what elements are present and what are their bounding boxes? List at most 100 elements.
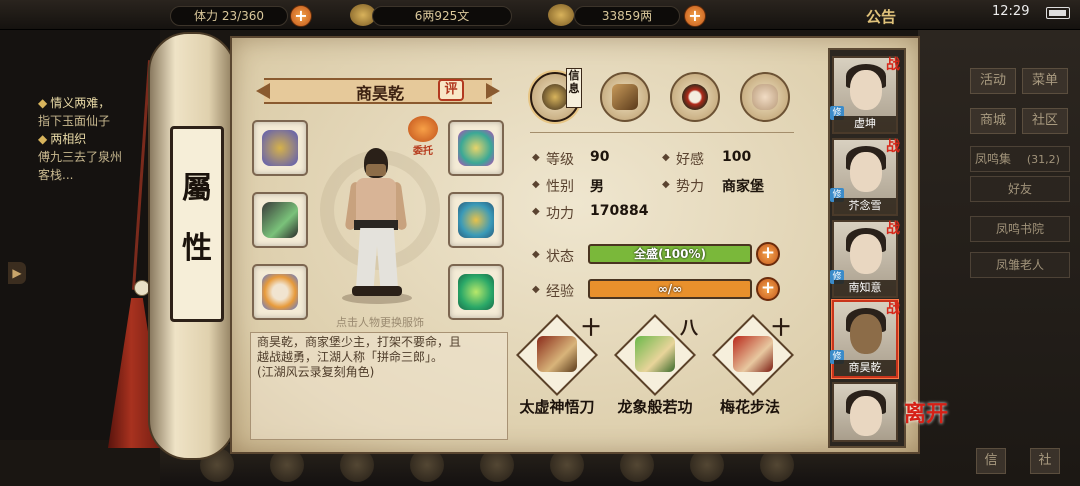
- leave-button[interactable]: 离开: [904, 403, 948, 450]
- party-member[interactable]: [832, 382, 898, 442]
- npc-item[interactable]: 凤鸣书院: [970, 216, 1070, 242]
- power-label: 功力: [546, 206, 574, 222]
- party-member[interactable]: 战 修 芥念雪: [830, 138, 900, 216]
- friends-tab[interactable]: 好友: [970, 176, 1070, 202]
- attributes-title: 屬 性: [170, 126, 224, 322]
- party-member-name: 芥念雪: [834, 198, 896, 214]
- equip-slot-ring[interactable]: [252, 264, 308, 320]
- quest-line[interactable]: ◆ 两相织: [38, 130, 86, 147]
- tab-bagua[interactable]: [670, 72, 720, 122]
- faction-value: 商家堡: [722, 179, 764, 195]
- bagua-icon: [682, 84, 708, 110]
- quest-line[interactable]: ◆ 情义两难，: [38, 94, 110, 111]
- add-silver-button[interactable]: +: [684, 5, 706, 27]
- divider: [530, 132, 794, 133]
- portrait-face: [850, 314, 882, 354]
- title-char-bottom: 性: [182, 231, 212, 266]
- figure-feet: [352, 286, 402, 296]
- resource-bar: 体力 23/360 + 6两925文 33859两 + 公告 12:29: [0, 0, 1080, 30]
- diamond-icon: ◆: [532, 206, 540, 217]
- battle-tag: 战: [886, 221, 900, 237]
- skill-level-mark: 十: [772, 318, 790, 339]
- portrait-face: [850, 234, 882, 274]
- tab-meridian[interactable]: [740, 72, 790, 122]
- gauntlet-icon: [262, 130, 298, 166]
- equip-slot-weapon[interactable]: [252, 192, 308, 248]
- guild-button[interactable]: 社: [1030, 448, 1060, 474]
- bio-line: 商昊乾，商家堡少主，打架不要命，且: [257, 335, 462, 349]
- diamond-icon: ◆: [532, 284, 540, 295]
- equip-slot-boots[interactable]: [448, 264, 504, 320]
- character-figure[interactable]: [356, 178, 396, 222]
- expand-arrow-icon[interactable]: ▶: [8, 262, 26, 284]
- add-exp-button[interactable]: +: [756, 277, 780, 301]
- bio-line: (江湖风云录复刻角色): [257, 365, 375, 379]
- equip-slot-accessory[interactable]: [252, 120, 308, 176]
- location-name: 凤鸣集: [975, 152, 1012, 166]
- silver-display: 33859两: [574, 6, 680, 26]
- commission-icon[interactable]: [408, 116, 438, 142]
- diamond-icon: ◆: [532, 152, 540, 163]
- robe-icon: [635, 336, 675, 372]
- character-bio: 商昊乾，商家堡少主，打架不要命，且 越战越勇，江湖人称「拼命三郎」。 (江湖风云…: [250, 332, 508, 440]
- exp-label: 经验: [546, 284, 574, 300]
- stamina-display: 体力 23/360: [170, 6, 288, 26]
- blade-icon: [262, 202, 298, 238]
- book-icon: [537, 336, 577, 372]
- manual-icon: [733, 336, 773, 372]
- info-tab-badge: 信息: [566, 68, 582, 108]
- status-bar: 全盛(100%): [588, 244, 752, 264]
- npc-item[interactable]: 凤雏老人: [970, 252, 1070, 278]
- equip-slot-hat[interactable]: [448, 120, 504, 176]
- battle-tag: 战: [886, 301, 900, 317]
- diamond-icon: ◆: [662, 179, 670, 190]
- quest-line[interactable]: 指下玉面仙子: [38, 112, 110, 129]
- level-value: 90: [590, 149, 610, 165]
- location-display: 凤鸣集 (31,2): [970, 146, 1070, 172]
- favor-value: 100: [722, 149, 752, 165]
- portrait-face: [850, 70, 882, 110]
- bag-icon: [612, 84, 638, 110]
- bio-line: 越战越勇，江湖人称「拼命三郎」。: [257, 350, 444, 364]
- quest-line[interactable]: 客栈...: [38, 166, 73, 183]
- skill-name: 梅花步法: [719, 398, 780, 416]
- equip-slot-armor[interactable]: [448, 192, 504, 248]
- add-stamina-button[interactable]: +: [290, 5, 312, 27]
- skill-level-mark: 八: [680, 318, 698, 339]
- skill-name: 太虚神悟刀: [519, 398, 595, 416]
- menu-button[interactable]: 菜单: [1022, 68, 1068, 94]
- diamond-icon: ◆: [38, 132, 48, 146]
- exp-text: ∞/∞: [657, 282, 683, 296]
- party-member[interactable]: 战 修 虚坤: [830, 56, 900, 134]
- status-text: 全盛(100%): [633, 247, 707, 261]
- quest-line[interactable]: 傅九三去了泉州: [38, 148, 122, 165]
- party-member[interactable]: 战 修 南知意: [830, 220, 900, 298]
- gender-value: 男: [590, 179, 604, 195]
- restore-status-button[interactable]: +: [756, 242, 780, 266]
- notice-button[interactable]: 公告: [866, 6, 896, 27]
- hat-icon: [458, 130, 494, 166]
- location-coords: (31,2): [1026, 153, 1060, 166]
- level-label: 等级: [546, 152, 574, 168]
- shop-button[interactable]: 商城: [970, 108, 1016, 134]
- commission-label[interactable]: 委托: [408, 142, 438, 157]
- character-name: 商昊乾: [355, 84, 404, 103]
- mail-button[interactable]: 信: [976, 448, 1006, 474]
- change-outfit-hint: 点击人物更换服饰: [336, 316, 424, 329]
- party-member-selected[interactable]: 战 修 商昊乾: [830, 300, 900, 378]
- battery-icon: [1046, 7, 1070, 19]
- party-member-name: 虚坤: [834, 116, 896, 132]
- title-char-top: 屬: [182, 171, 212, 206]
- portrait-face: [850, 152, 882, 192]
- tab-equipment[interactable]: [600, 72, 650, 122]
- activity-button[interactable]: 活动: [970, 68, 1016, 94]
- community-button[interactable]: 社区: [1022, 108, 1068, 134]
- battle-tag: 战: [886, 57, 900, 73]
- evaluate-button[interactable]: 评: [438, 79, 464, 101]
- boots-icon: [458, 274, 494, 310]
- favor-label: 好感: [676, 152, 704, 168]
- party-member-name: 商昊乾: [834, 360, 896, 376]
- portrait-face: [850, 396, 882, 436]
- gender-label: 性别: [546, 179, 574, 195]
- battle-tag: 战: [886, 139, 900, 155]
